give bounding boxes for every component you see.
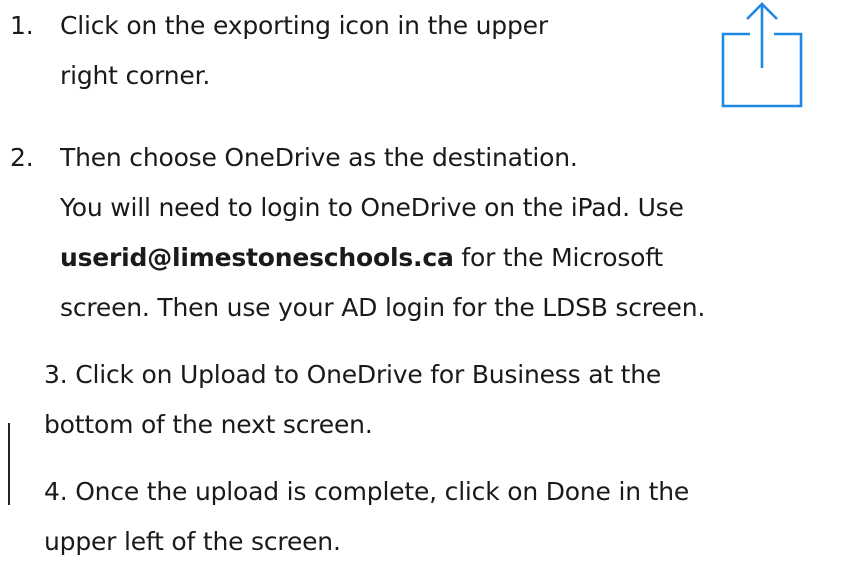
step-4-line-2: upper left of the screen. xyxy=(44,527,341,556)
step-1-number: 1. xyxy=(10,11,34,40)
step-4-line-1: 4. Once the upload is complete, click on… xyxy=(44,477,690,506)
userid-email: userid@limestoneschools.ca xyxy=(60,243,454,272)
step-2-number: 2. xyxy=(10,143,34,172)
share-export-icon xyxy=(721,2,803,108)
step-2-line-3-rest: for the Microsoft xyxy=(453,243,664,272)
step-1-line-2: right corner. xyxy=(60,61,211,90)
step-1-line-1: Click on the exporting icon in the upper xyxy=(60,11,548,40)
step-3-line-1: 3. Click on Upload to OneDrive for Busin… xyxy=(44,360,662,389)
step-2-line-2: You will need to login to OneDrive on th… xyxy=(60,193,684,222)
step-2-line-4: screen. Then use your AD login for the L… xyxy=(60,293,706,322)
step-3-line-2: bottom of the next screen. xyxy=(44,410,373,439)
step-2-line-3: userid@limestoneschools.ca for the Micro… xyxy=(60,238,663,277)
left-border-line xyxy=(8,423,10,505)
step-2-line-1: Then choose OneDrive as the destination. xyxy=(60,143,578,172)
